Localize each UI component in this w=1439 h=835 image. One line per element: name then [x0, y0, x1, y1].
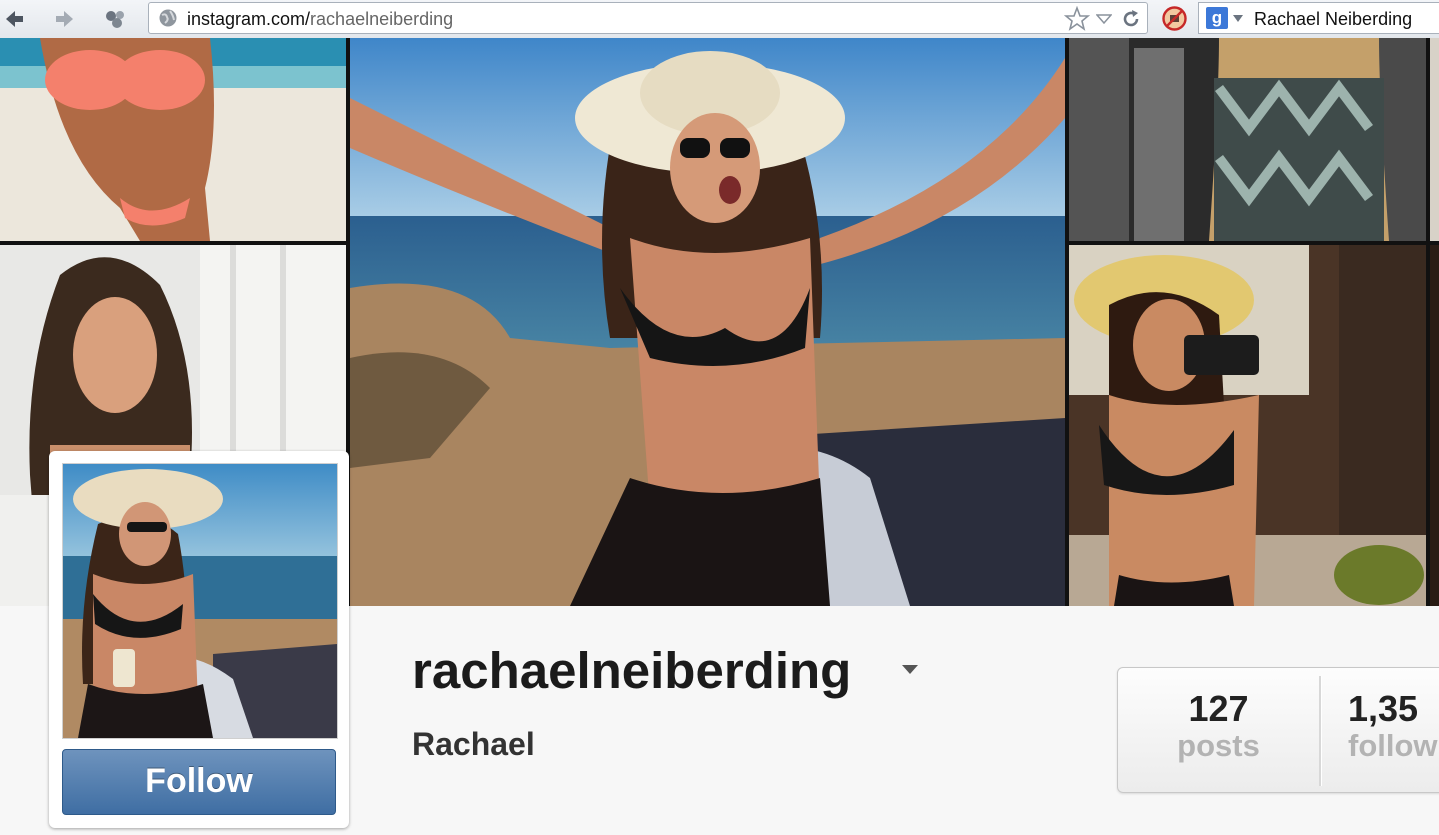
back-button[interactable]	[2, 7, 26, 31]
stats-divider	[1319, 676, 1322, 786]
google-icon: g	[1206, 7, 1228, 29]
url-history-dropdown-icon[interactable]	[1096, 14, 1112, 24]
collage-photo-beach-pink[interactable]	[0, 38, 346, 241]
stat-followers-label: follow	[1348, 728, 1438, 763]
collage-photo-selfie[interactable]	[1069, 245, 1426, 606]
back-arrow-icon	[6, 11, 23, 27]
profile-full-name: Rachael	[412, 726, 535, 762]
collage-photo-edge-top[interactable]	[1430, 38, 1439, 241]
profile-username: rachaelneiberding	[412, 642, 852, 699]
collage-photo-featured[interactable]	[350, 38, 1065, 606]
extensions-button[interactable]	[104, 7, 128, 31]
forward-button[interactable]	[53, 7, 77, 31]
search-bar[interactable]: g Rachael Neiberding	[1198, 2, 1439, 34]
stat-posts-label: posts	[1177, 728, 1260, 763]
browser-toolbar: instagram.com/rachaelneiberding g Rachae…	[0, 0, 1439, 39]
url-domain: instagram.com/	[187, 9, 311, 29]
follow-button[interactable]: Follow	[62, 749, 336, 815]
chevron-down-icon[interactable]	[902, 665, 918, 674]
avatar[interactable]	[62, 463, 338, 739]
collage-photo-edge-bottom[interactable]	[1430, 245, 1439, 606]
url-path: rachaelneiberding	[310, 9, 454, 29]
profile-stats: 127 posts 1,35 follow	[1117, 667, 1439, 793]
puzzle-icon	[106, 11, 124, 28]
stat-followers[interactable]: 1,35 follow	[1348, 690, 1439, 764]
url-text: instagram.com/rachaelneiberding	[187, 9, 453, 30]
bookmark-star-icon[interactable]	[1064, 6, 1090, 32]
adblock-icon[interactable]	[1161, 5, 1188, 32]
address-bar[interactable]: instagram.com/rachaelneiberding	[148, 2, 1148, 34]
profile-card: Follow	[49, 451, 349, 828]
search-query: Rachael Neiberding	[1254, 9, 1413, 29]
forward-arrow-icon	[56, 11, 73, 27]
stat-followers-count: 1,35	[1348, 688, 1419, 729]
reload-icon[interactable]	[1121, 9, 1141, 29]
stat-posts-count: 127	[1188, 688, 1249, 729]
stat-posts[interactable]: 127 posts	[1166, 690, 1271, 764]
globe-icon	[159, 9, 177, 27]
search-engine-dropdown-icon[interactable]	[1233, 15, 1243, 22]
collage-photo-city[interactable]	[1069, 38, 1426, 241]
